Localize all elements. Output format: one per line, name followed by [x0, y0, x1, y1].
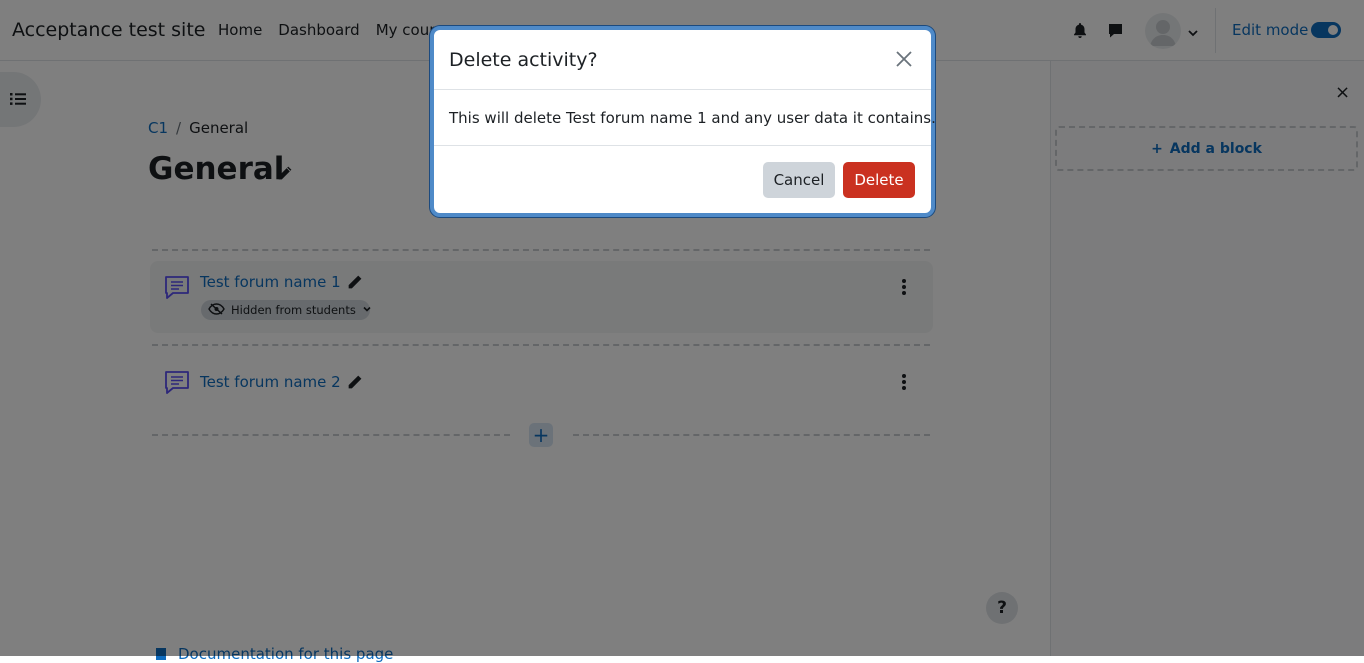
modal-body-text: This will delete Test forum name 1 and a… [449, 109, 936, 127]
close-icon[interactable] [895, 50, 913, 72]
modal-title: Delete activity? [449, 49, 598, 71]
delete-button[interactable]: Delete [843, 162, 915, 198]
cancel-button[interactable]: Cancel [763, 162, 835, 198]
modal-header: Delete activity? [434, 30, 931, 90]
delete-activity-modal: Delete activity? This will delete Test f… [430, 26, 936, 217]
